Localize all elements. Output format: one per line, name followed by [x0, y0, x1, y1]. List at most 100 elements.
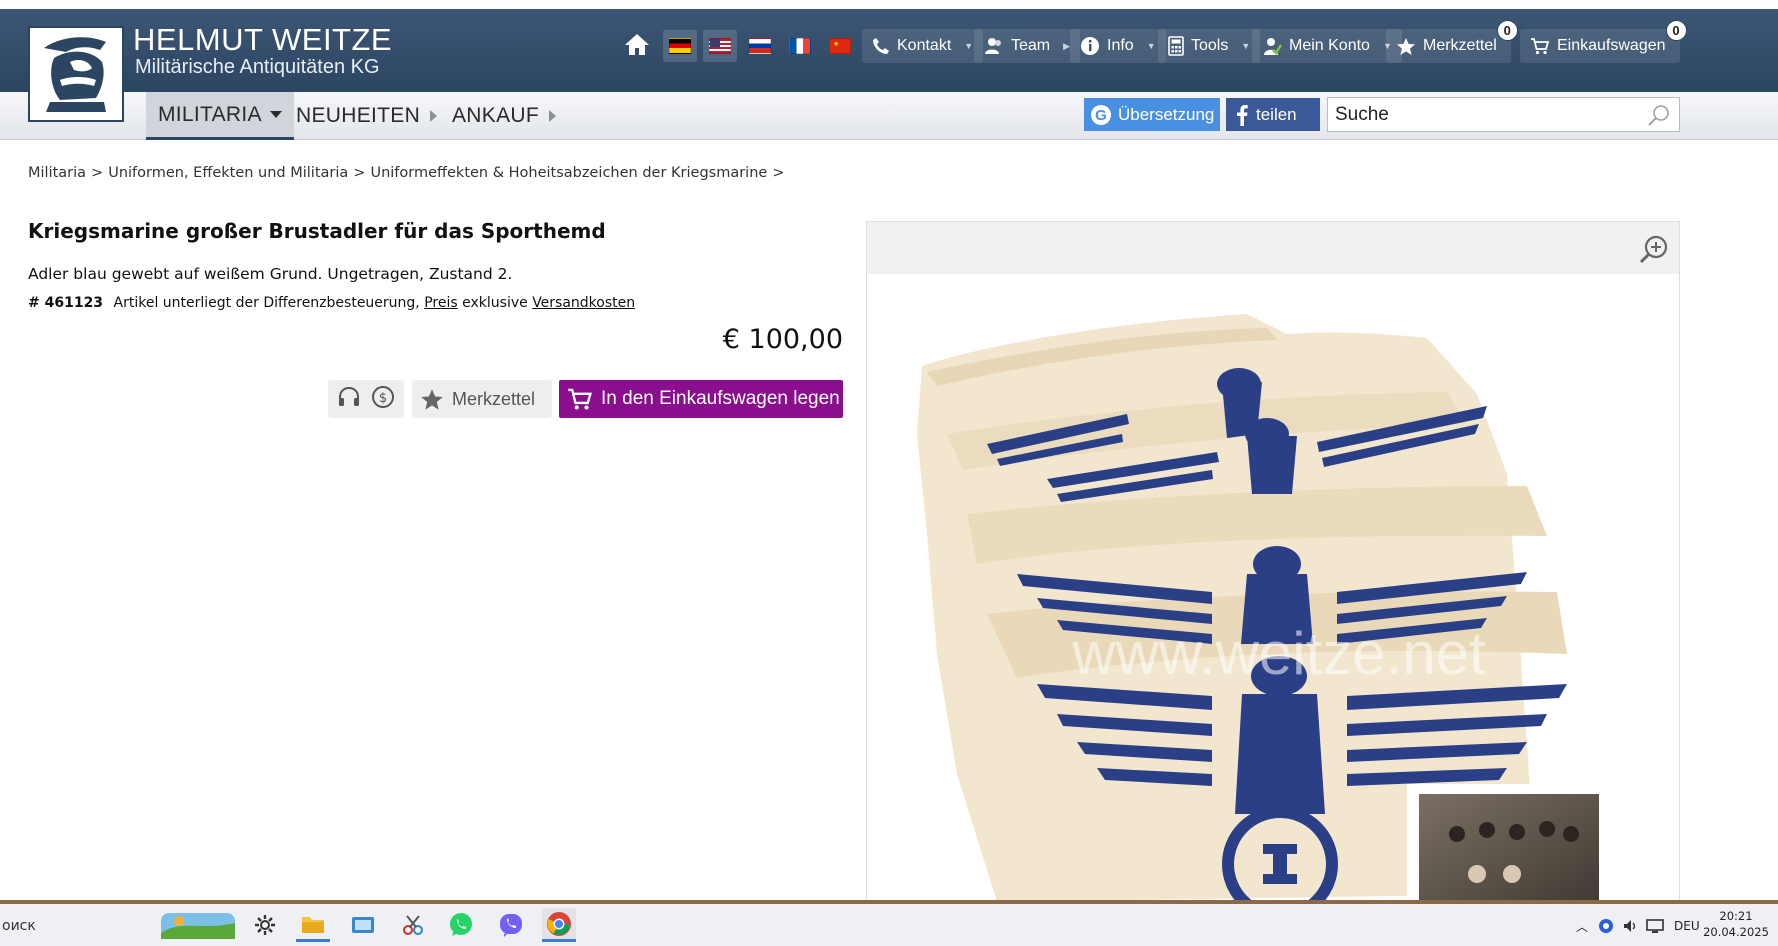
- breadcrumb: Militaria > Uniformen, Effekten und Milita…: [28, 165, 789, 181]
- search-input[interactable]: Suche: [1327, 97, 1680, 132]
- search-icon[interactable]: [1647, 104, 1671, 128]
- price-offer-button[interactable]: $: [371, 385, 395, 413]
- home-icon: [625, 34, 649, 55]
- flag-cn-button[interactable]: ★: [823, 30, 857, 62]
- search-input-value: Suche: [1335, 103, 1389, 125]
- translate-button[interactable]: G Übersetzung: [1084, 98, 1220, 131]
- header-top-strip: [0, 0, 1778, 9]
- contact-label: Kontakt: [897, 37, 952, 54]
- product-number: # 461123: [28, 295, 104, 311]
- chrome-icon[interactable]: [542, 908, 576, 942]
- account-icon: [1264, 38, 1282, 55]
- flag-de-icon: [669, 38, 691, 54]
- wishlist-header-label: Merkzettel: [1423, 37, 1497, 54]
- add-to-wishlist-button[interactable]: Merkzettel: [412, 380, 552, 418]
- viber-icon[interactable]: [494, 908, 528, 942]
- brand-title[interactable]: HELMUT WEITZE: [133, 22, 392, 58]
- nav-ankauf-label: ANKAUF: [452, 104, 539, 127]
- taskbar-widgets-icon[interactable]: [160, 908, 236, 942]
- product-meta: # 461123 Artikel unterliegt der Differen…: [28, 295, 635, 311]
- brand-subtitle: Militärische Antiquitäten KG: [135, 56, 380, 78]
- keyboard-language[interactable]: DEU: [1674, 919, 1700, 933]
- cart-count-badge: 0: [1665, 20, 1687, 41]
- product-price: € 100,00: [722, 324, 843, 355]
- team-button[interactable]: Team ▶: [974, 29, 1081, 63]
- tools-button[interactable]: Tools ▼: [1158, 29, 1261, 63]
- clock-date: 20.04.2025: [1703, 925, 1769, 939]
- info-button[interactable]: Info ▼: [1070, 29, 1166, 63]
- chevron-down-icon: ▼: [964, 41, 974, 51]
- clock-time: 20:21: [1719, 909, 1753, 923]
- wishlist-header-button[interactable]: Merkzettel 0: [1386, 20, 1518, 63]
- taskbar-search-text: оиск: [2, 918, 36, 934]
- wishlist-count-badge: 0: [1496, 20, 1518, 41]
- team-label: Team: [1011, 37, 1051, 54]
- product-title: Kriegsmarine großer Brustadler für das S…: [28, 219, 606, 243]
- taskbar-search[interactable]: оиск: [0, 906, 160, 946]
- cart-icon: [568, 388, 592, 410]
- chevron-down-icon: ▼: [1241, 41, 1251, 51]
- price-info-link[interactable]: Preis: [424, 295, 457, 311]
- flag-ru-button[interactable]: [743, 30, 777, 62]
- tray-app-icon[interactable]: [1598, 918, 1614, 934]
- tools-label: Tools: [1191, 37, 1229, 54]
- flag-ru-icon: [749, 38, 771, 54]
- breadcrumb-link[interactable]: Uniformeffekten & Hoheitsabzeichen der K…: [370, 165, 767, 181]
- nav-militaria[interactable]: MILITARIA: [146, 92, 294, 140]
- translate-label: Übersetzung: [1118, 104, 1215, 124]
- add-to-cart-button[interactable]: In den Einkaufswagen legen: [559, 380, 843, 418]
- tray-expand-icon[interactable]: ︿: [1576, 918, 1588, 935]
- product-icon-buttons: $: [328, 380, 404, 418]
- chevron-right-icon: ▶: [1063, 40, 1071, 51]
- team-icon: [985, 38, 1001, 54]
- contact-button[interactable]: Kontakt ▼: [862, 29, 984, 63]
- zoom-in-icon[interactable]: [1639, 234, 1669, 264]
- star-icon: [421, 388, 443, 410]
- flag-fr-icon: [789, 38, 811, 54]
- breadcrumb-separator: >: [353, 165, 366, 181]
- flag-fr-button[interactable]: [783, 30, 817, 62]
- cart-header-label: Einkaufswagen: [1557, 37, 1666, 54]
- nav-neuheiten[interactable]: NEUHEITEN: [296, 92, 438, 140]
- landscape-icon: [161, 913, 235, 939]
- nav-neuheiten-label: NEUHEITEN: [296, 104, 421, 127]
- settings-icon[interactable]: [248, 908, 282, 942]
- whatsapp-icon[interactable]: [444, 908, 478, 942]
- share-label: teilen: [1256, 104, 1297, 124]
- svg-text:$: $: [379, 391, 387, 406]
- nav-ankauf[interactable]: ANKAUF: [452, 92, 556, 140]
- exclusive-text: exklusive: [462, 295, 528, 311]
- facebook-share-button[interactable]: teilen: [1226, 98, 1320, 131]
- flag-us-button[interactable]: [703, 30, 737, 62]
- product-image-panel[interactable]: www.weitze.net: [866, 221, 1680, 901]
- snipping-tool-icon[interactable]: [396, 908, 430, 942]
- info-icon: [1081, 37, 1099, 55]
- breadcrumb-separator: >: [772, 165, 785, 181]
- cart-header-button[interactable]: Einkaufswagen 0: [1520, 20, 1687, 63]
- dollar-icon: $: [372, 386, 394, 408]
- caret-down-icon: [269, 111, 282, 118]
- info-label: Info: [1107, 37, 1134, 54]
- breadcrumb-separator: >: [91, 165, 104, 181]
- product-photo: www.weitze.net: [917, 314, 1607, 900]
- home-button[interactable]: [624, 32, 652, 60]
- taskbar-clock[interactable]: 20:21 20.04.2025: [1700, 908, 1772, 940]
- account-button[interactable]: Mein Konto ▼: [1252, 29, 1402, 63]
- flag-de-button[interactable]: [663, 30, 697, 62]
- flag-cn-icon: ★: [829, 38, 851, 54]
- cart-icon: [1531, 38, 1550, 55]
- breadcrumb-link[interactable]: Uniformen, Effekten und Militaria: [108, 165, 348, 181]
- add-to-cart-label: In den Einkaufswagen legen: [601, 388, 840, 409]
- phone-icon: [873, 38, 889, 54]
- wishlist-label: Merkzettel: [452, 388, 536, 409]
- shipping-link[interactable]: Versandkosten: [532, 295, 635, 311]
- volume-icon[interactable]: [1622, 918, 1638, 934]
- file-explorer-icon[interactable]: [296, 908, 330, 942]
- network-icon[interactable]: [1646, 918, 1664, 934]
- breadcrumb-link[interactable]: Militaria: [28, 165, 86, 181]
- chevron-down-icon: ▼: [1146, 41, 1156, 51]
- remote-desktop-icon[interactable]: [346, 908, 380, 942]
- facebook-icon: [1237, 104, 1248, 126]
- site-logo[interactable]: [28, 26, 124, 122]
- ask-question-button[interactable]: [337, 386, 361, 412]
